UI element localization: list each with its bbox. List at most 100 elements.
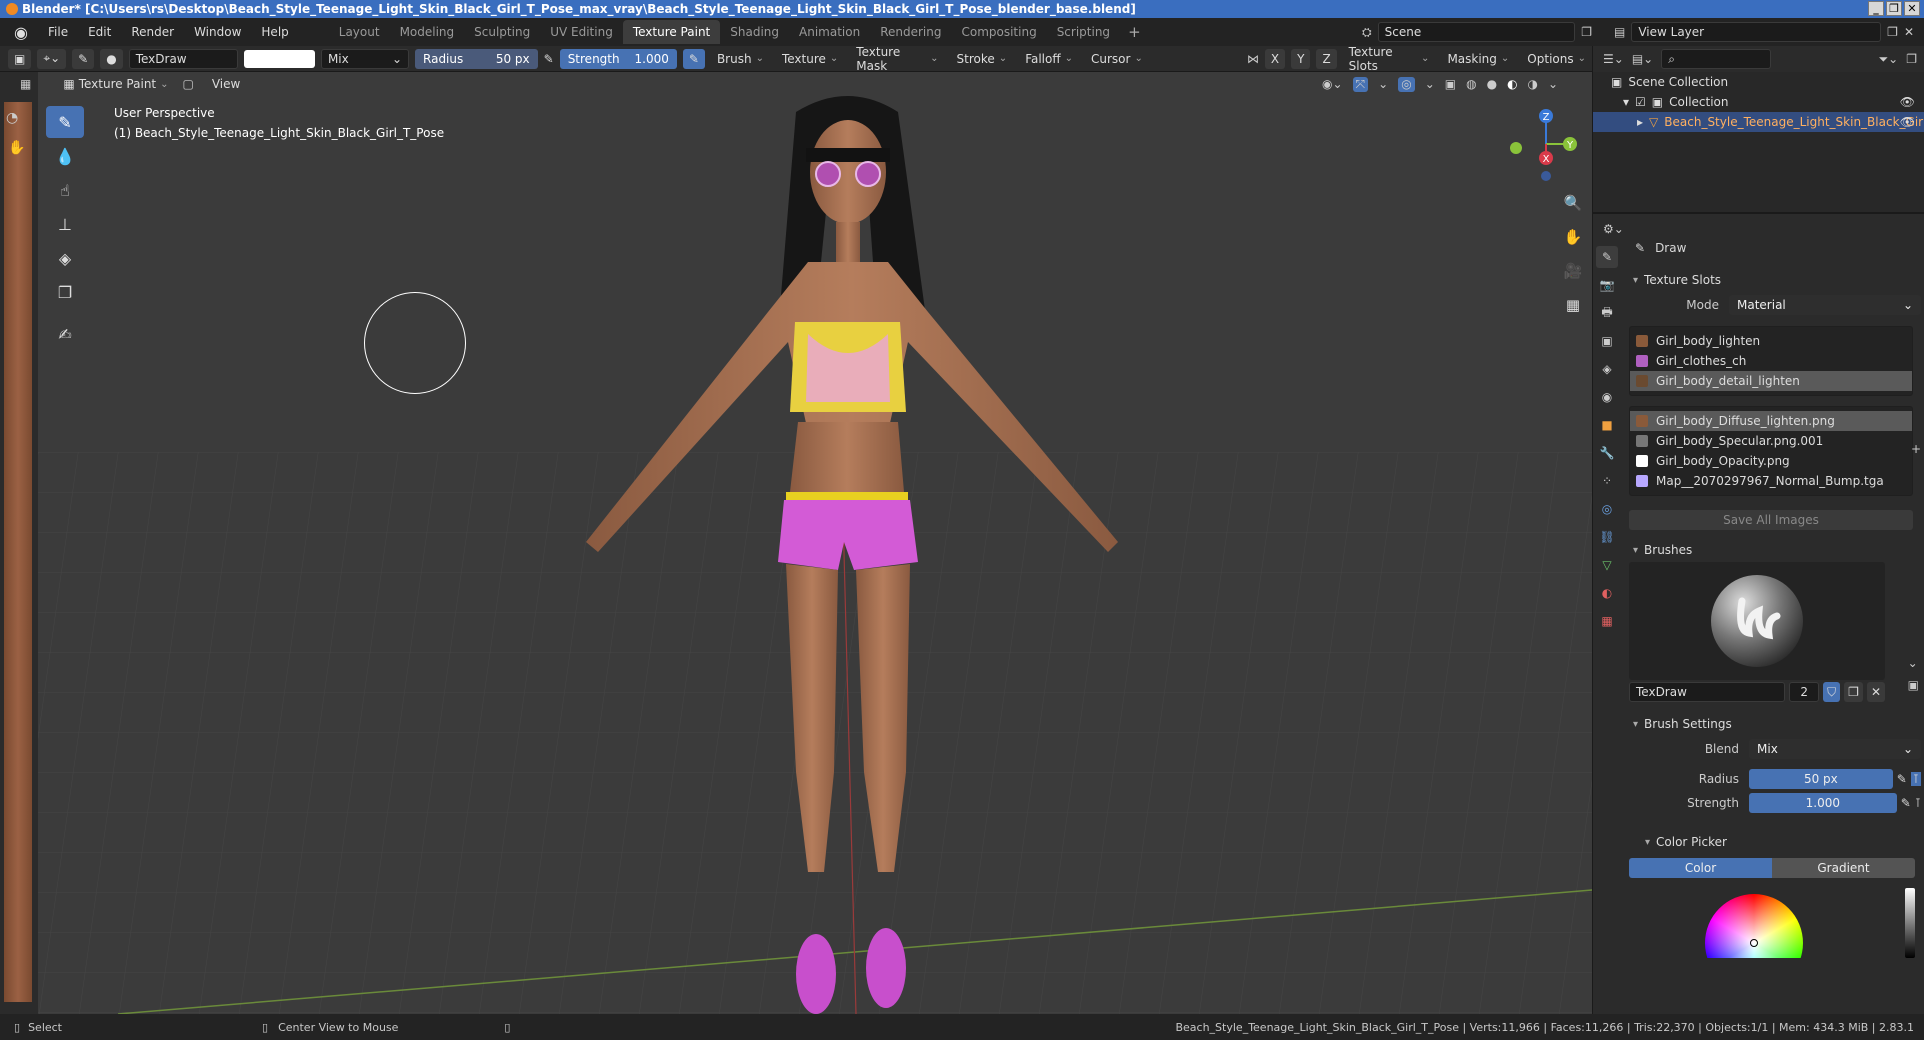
brush-color-swatch[interactable] [244, 49, 315, 68]
close-button[interactable]: ✕ [1904, 1, 1920, 16]
duplicate-brush-icon[interactable]: ❐ [1844, 682, 1863, 702]
remove-view-layer-icon[interactable]: ✕ [1904, 25, 1914, 39]
color-picker-panel-header[interactable]: Color Picker [1629, 830, 1921, 854]
view-layer-field[interactable]: View Layer [1631, 22, 1882, 42]
texture-slots-panel-header[interactable]: Texture Slots [1629, 268, 1921, 292]
list-item[interactable]: Girl_body_lighten [1630, 331, 1912, 351]
menu-window[interactable]: Window [184, 25, 251, 39]
texture-menu[interactable]: Texture [776, 49, 844, 69]
material-shading-icon[interactable]: ◐ [1507, 77, 1517, 92]
3d-viewport[interactable] [38, 72, 1592, 1014]
gizmo-toggle-icon[interactable]: ⤧ [1352, 76, 1369, 92]
mode-icon[interactable]: ⌖⌄ [37, 48, 67, 69]
list-item[interactable]: Girl_body_detail_lighten [1630, 371, 1912, 391]
menu-help[interactable]: Help [251, 25, 298, 39]
tool-tab-icon[interactable]: ✎ [1596, 246, 1618, 268]
scene-name-field[interactable]: Scene [1377, 22, 1576, 42]
tab-sculpting[interactable]: Sculpting [464, 20, 540, 44]
annotate-tool-icon[interactable]: ✍ [46, 318, 84, 350]
strength-pressure-icon[interactable]: ✎ [1901, 796, 1911, 810]
outliner-editor-icon[interactable]: ☰⌄ [1603, 52, 1624, 66]
outliner-search-input[interactable]: ⌕ [1661, 49, 1772, 69]
save-all-images-button[interactable]: Save All Images [1629, 510, 1913, 530]
display-mode-icon[interactable]: ▤⌄ [1632, 52, 1653, 66]
soften-tool-icon[interactable]: 💧 [46, 140, 84, 172]
scene-tab-icon[interactable]: ◈ [1596, 358, 1618, 380]
list-item[interactable]: Girl_clothes_ch [1630, 351, 1912, 371]
radius-pressure-icon[interactable]: ✎ [1897, 772, 1907, 786]
blend-mode-dropdown[interactable]: Mix ⌄ [320, 48, 410, 69]
brush-image-icon[interactable]: ▣ [1908, 678, 1919, 692]
properties-editor-icon[interactable]: ⚙⌄ [1603, 222, 1624, 236]
eye-icon[interactable]: 👁 [1900, 95, 1915, 109]
tab-compositing[interactable]: Compositing [951, 20, 1046, 44]
strength-slider[interactable]: Strength 1.000 [559, 48, 677, 69]
tab-modeling[interactable]: Modeling [390, 20, 465, 44]
visibility-icon[interactable]: ◉⌄ [1322, 77, 1343, 92]
constraints-tab-icon[interactable]: ⛓ [1596, 526, 1618, 548]
outliner-row-object[interactable]: ▸ ▽ Beach_Style_Teenage_Light_Skin_Black… [1593, 112, 1924, 132]
fill-tool-icon[interactable]: ◈ [46, 242, 84, 274]
object-tab-icon[interactable]: ■ [1596, 414, 1618, 436]
mirror-x-toggle[interactable]: X [1264, 48, 1286, 69]
scene-icon[interactable]: ⛭ [1362, 25, 1372, 40]
mode-dropdown[interactable]: Material ⌄ [1729, 295, 1921, 315]
smear-tool-icon[interactable]: ☝ [46, 174, 84, 206]
add-slot-icon[interactable]: + [1911, 442, 1921, 456]
view-layer-icon[interactable]: ▤ [1614, 25, 1625, 39]
zoom-icon[interactable]: 🔍 [1560, 190, 1586, 216]
draw-tool-icon[interactable]: ✎ [46, 106, 84, 138]
strength-lock-icon[interactable]: ⊺ [1915, 796, 1921, 810]
chevron-down-icon[interactable]: ⌄ [1425, 77, 1435, 92]
new-scene-icon[interactable]: ❐ [1581, 25, 1592, 39]
cursor-menu[interactable]: Cursor [1085, 49, 1149, 69]
modifier-tab-icon[interactable]: 🔧 [1596, 442, 1618, 464]
list-item[interactable]: Girl_body_Diffuse_lighten.png [1630, 411, 1912, 431]
chevron-down-icon[interactable]: ⌄ [1548, 77, 1558, 92]
list-item[interactable]: Girl_body_Specular.png.001 [1630, 431, 1912, 451]
menu-render[interactable]: Render [121, 25, 184, 39]
camera-view-icon[interactable]: 🎥 [1560, 258, 1586, 284]
mirror-y-toggle[interactable]: Y [1291, 48, 1311, 69]
outliner-row-scene-collection[interactable]: ▣ Scene Collection [1593, 72, 1924, 92]
tab-rendering[interactable]: Rendering [870, 20, 951, 44]
checkbox-icon[interactable]: ☑ [1635, 95, 1646, 109]
brush-preview[interactable] [1629, 562, 1885, 680]
list-item[interactable]: Girl_body_Opacity.png [1630, 451, 1912, 471]
symmetry-icon[interactable]: ⋈ [1247, 52, 1259, 66]
tab-shading[interactable]: Shading [720, 20, 789, 44]
brush-settings-panel-header[interactable]: Brush Settings [1629, 712, 1921, 736]
strength-pressure-icon[interactable]: ✎ [682, 48, 705, 69]
radius-slider[interactable]: Radius 50 px [415, 48, 538, 69]
xray-icon[interactable]: ▣ [1445, 77, 1456, 92]
list-item[interactable]: Map__2070297967_Normal_Bump.tga [1630, 471, 1912, 491]
outliner-row-collection[interactable]: ▾ ☑ ▣ Collection 👁 [1593, 92, 1924, 112]
tab-animation[interactable]: Animation [789, 20, 870, 44]
maximize-button[interactable]: ❐ [1886, 1, 1902, 16]
mask-toggle-icon[interactable]: ▢ [183, 77, 194, 91]
ortho-grid-icon[interactable]: ▦ [1560, 292, 1586, 318]
material-tab-icon[interactable]: ◐ [1596, 582, 1618, 604]
mode-dropdown[interactable]: ▦ Texture Paint [57, 74, 174, 94]
clone-tool-icon[interactable]: ⊥ [46, 208, 84, 240]
tab-color[interactable]: Color [1629, 858, 1772, 878]
view-menu[interactable]: View [202, 77, 250, 91]
tab-scripting[interactable]: Scripting [1047, 20, 1120, 44]
masking-menu[interactable]: Masking [1441, 49, 1515, 69]
overlays-icon[interactable]: ◎ [1398, 76, 1415, 92]
blender-logo-icon[interactable]: ◉ [10, 21, 32, 43]
view-sidebar-icon[interactable]: ◔ [6, 110, 18, 126]
data-tab-icon[interactable]: ▽ [1596, 554, 1618, 576]
chevron-down-icon[interactable]: ⌄ [1378, 77, 1388, 92]
menu-file[interactable]: File [38, 25, 78, 39]
new-view-layer-icon[interactable]: ❐ [1887, 25, 1898, 39]
tab-gradient[interactable]: Gradient [1772, 858, 1915, 878]
physics-tab-icon[interactable]: ◎ [1596, 498, 1618, 520]
mask-tool-icon[interactable]: ❐ [46, 276, 84, 308]
render-tab-icon[interactable]: 📷 [1596, 274, 1618, 296]
tab-texture-paint[interactable]: Texture Paint [622, 20, 721, 44]
new-collection-icon[interactable]: ❐ [1906, 52, 1917, 66]
pan-hand-icon[interactable]: ✋ [1560, 224, 1586, 250]
options-menu[interactable]: Options [1521, 49, 1592, 69]
blend-dropdown[interactable]: Mix ⌄ [1749, 739, 1921, 759]
